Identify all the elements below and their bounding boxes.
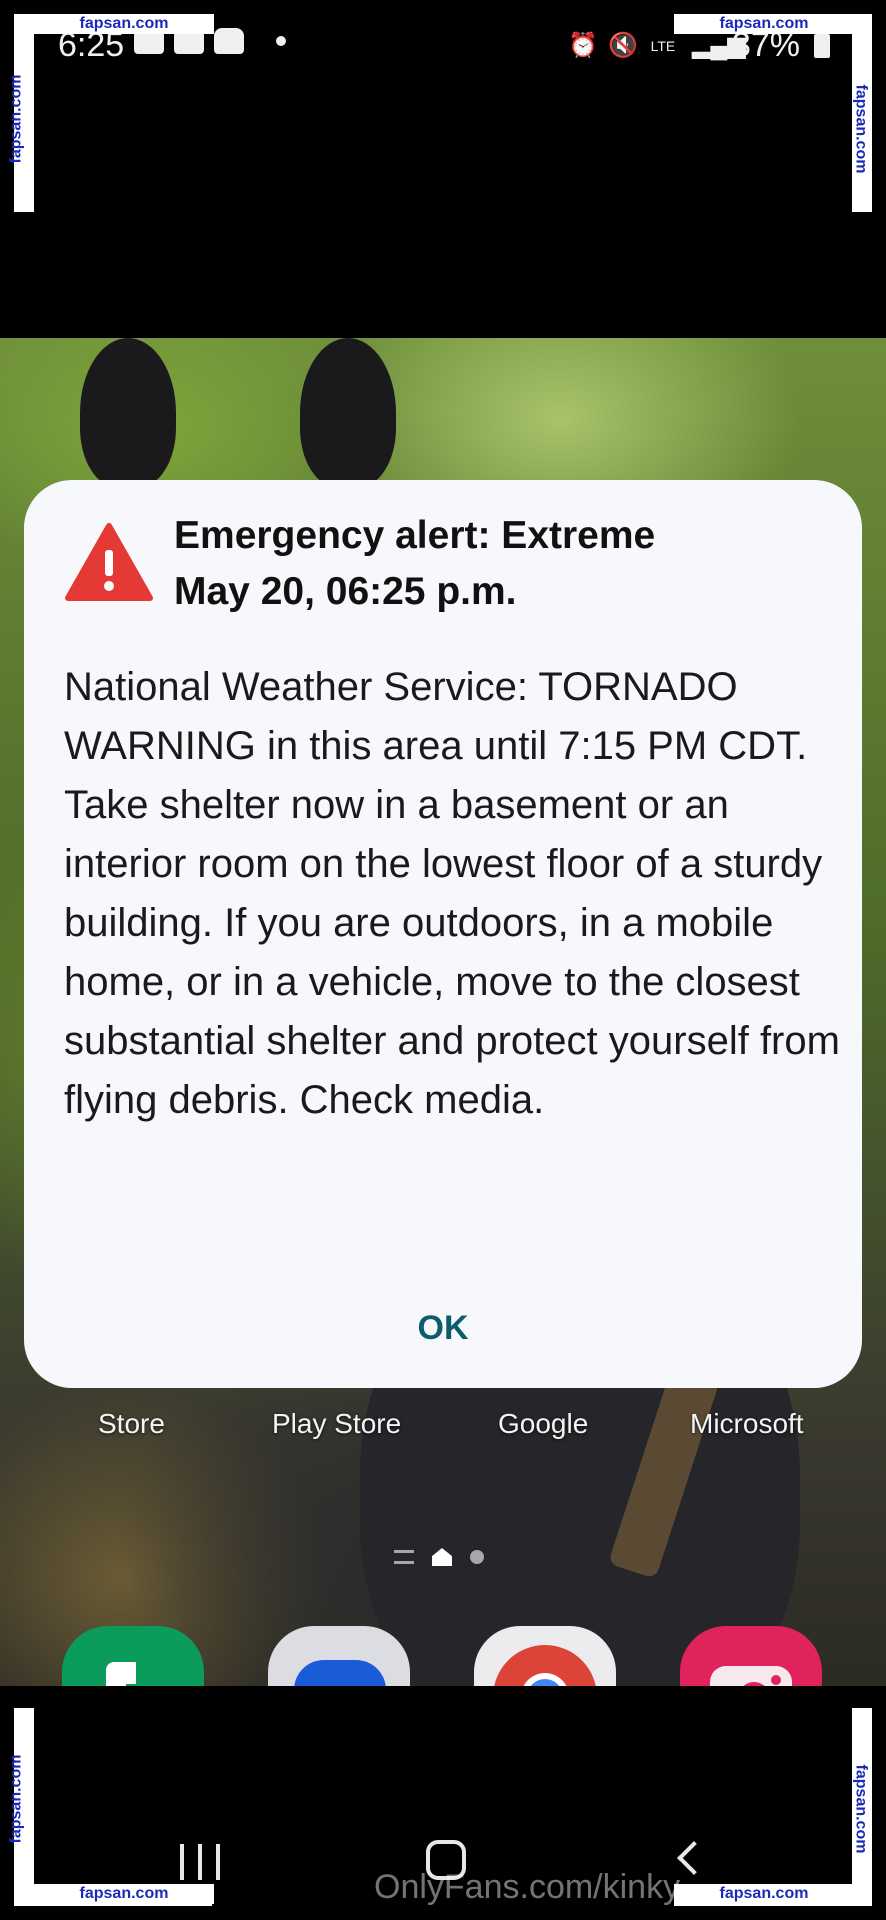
page-indicator-home-icon [432, 1548, 452, 1566]
watermark-bottom-right: fapsan.com [674, 1884, 854, 1904]
home-app-labels: Store Play Store Google Microsoft [0, 1408, 886, 1448]
watermark-bottom-left: fapsan.com [34, 1884, 214, 1904]
alarm-icon: ⏰ [567, 31, 598, 59]
back-button[interactable] [677, 1841, 711, 1875]
watermark-left-bottom-vertical: fapsan.com [7, 1754, 25, 1844]
footer-watermark: OnlyFans.com/kinky [374, 1868, 681, 1906]
alert-title: Emergency alert: Extreme [174, 514, 656, 557]
mute-icon: 🔇 [607, 31, 638, 59]
alert-header: Emergency alert: Extreme May 20, 06:25 p… [174, 508, 834, 620]
page-indicator[interactable] [394, 1548, 484, 1566]
app-label-google[interactable]: Google [498, 1408, 588, 1440]
alert-message: National Weather Service: TORNADO WARNIN… [64, 665, 840, 1122]
wallpaper-horse-ear-right [300, 338, 396, 488]
battery-icon [814, 33, 830, 58]
recents-icon-bar [180, 1844, 184, 1880]
watermark-top-left: fapsan.com [34, 14, 214, 34]
watermark-top-right: fapsan.com [674, 14, 854, 34]
notification-icon [214, 28, 244, 54]
signal-icon: ▂▄▆ [691, 31, 746, 59]
page-indicator-dot [470, 1550, 484, 1564]
recents-icon-bar [216, 1844, 220, 1880]
page-indicator-list-icon [394, 1550, 414, 1564]
emergency-alert-dialog: Emergency alert: Extreme May 20, 06:25 p… [24, 480, 862, 1388]
alert-datetime: May 20, 06:25 p.m. [174, 570, 517, 613]
app-label-play-store[interactable]: Play Store [272, 1408, 401, 1440]
recents-icon-bar [198, 1844, 202, 1880]
network-type-label: LTE [650, 37, 676, 54]
app-label-microsoft[interactable]: Microsoft [690, 1408, 804, 1440]
recents-button[interactable] [180, 1844, 220, 1880]
watermark-right-top-vertical: fapsan.com [852, 84, 870, 174]
more-notifications-dot-icon [276, 36, 286, 46]
wallpaper-horse-ear-left [80, 338, 176, 488]
watermark-right-bottom-vertical: fapsan.com [852, 1764, 870, 1854]
app-label-store[interactable]: Store [98, 1408, 165, 1440]
ok-button[interactable]: OK [24, 1298, 862, 1358]
warning-triangle-icon [65, 523, 153, 601]
watermark-left-top-vertical: fapsan.com [7, 74, 25, 164]
